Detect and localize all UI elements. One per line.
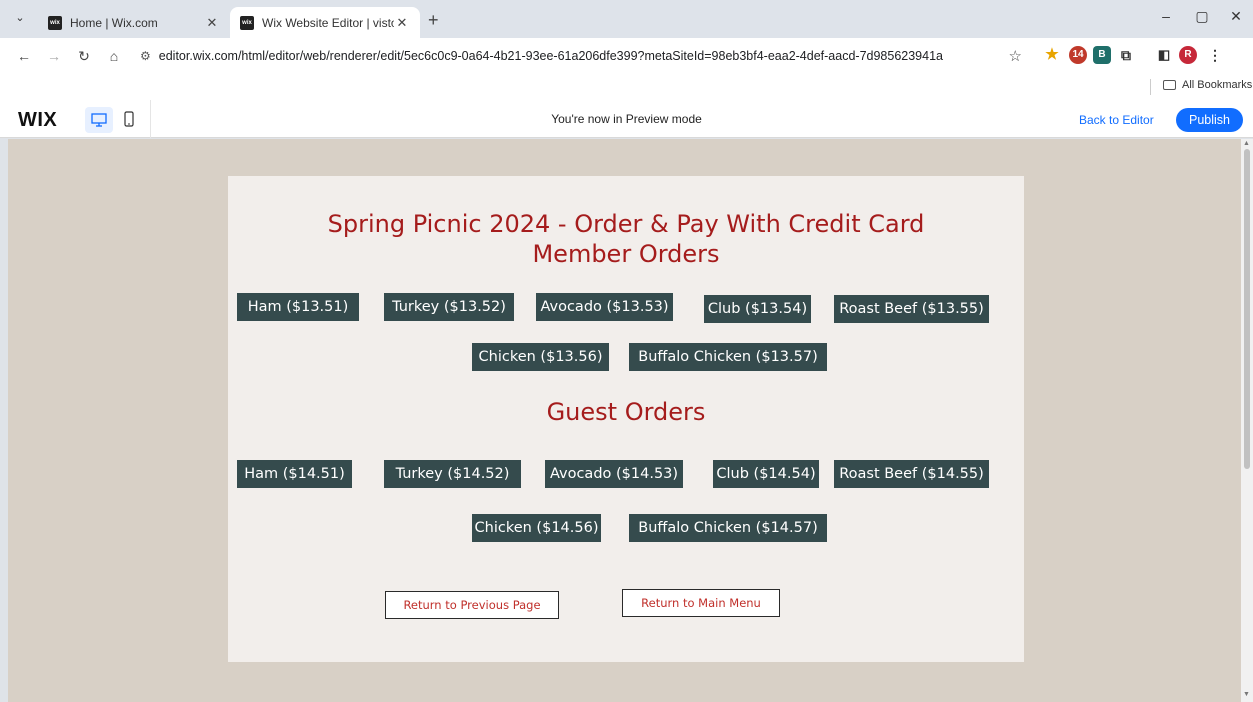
member-orders-heading: Member Orders (532, 240, 720, 268)
guest-club-button[interactable]: Club ($14.54) (713, 460, 819, 488)
order-panel: Spring Picnic 2024 - Order & Pay With Cr… (228, 176, 1024, 662)
profile-avatar[interactable]: R (1179, 46, 1197, 64)
vertical-scrollbar[interactable]: ▲ ▼ (1241, 139, 1253, 702)
all-bookmarks-button[interactable]: All Bookmarks (1163, 79, 1252, 91)
restore-icon[interactable]: ▢ (1192, 8, 1212, 25)
preview-mode-message: You're now in Preview mode (551, 112, 702, 126)
return-main-menu-button[interactable]: Return to Main Menu (622, 589, 780, 617)
back-to-editor-link[interactable]: Back to Editor (1079, 113, 1154, 127)
reload-icon[interactable]: ↻ (74, 46, 94, 66)
extension-b-icon[interactable]: B (1093, 46, 1111, 64)
guest-orders-heading: Guest Orders (546, 398, 706, 426)
member-club-button[interactable]: Club ($13.54) (704, 295, 811, 323)
home-icon[interactable]: ⌂ (104, 46, 124, 66)
wix-preview-header: WIX You're now in Preview mode Back to E… (0, 100, 1253, 138)
bookmark-star-icon[interactable]: ☆ (1009, 47, 1022, 65)
member-avocado-button[interactable]: Avocado ($13.53) (536, 293, 673, 321)
minimize-icon[interactable]: – (1156, 8, 1176, 24)
close-tab-icon[interactable]: ✕ (394, 15, 410, 31)
all-bookmarks-label: All Bookmarks (1182, 79, 1253, 91)
tab-wix-editor[interactable]: wix Wix Website Editor | vistosohik ✕ (230, 7, 420, 38)
back-arrow-icon[interactable]: ← (14, 46, 34, 66)
url-text: editor.wix.com/html/editor/web/renderer/… (158, 49, 943, 63)
guest-chicken-button[interactable]: Chicken ($14.56) (472, 514, 601, 542)
guest-turkey-button[interactable]: Turkey ($14.52) (384, 460, 521, 488)
browser-toolbar: ← → ↻ ⌂ ⚙ editor.wix.com/html/editor/web… (0, 38, 1253, 74)
member-buffalo-chicken-button[interactable]: Buffalo Chicken ($13.57) (629, 343, 827, 371)
site-info-icon[interactable]: ⚙ (140, 49, 151, 63)
close-window-icon[interactable]: ✕ (1226, 8, 1246, 25)
member-ham-button[interactable]: Ham ($13.51) (237, 293, 359, 321)
wix-favicon-icon: wix (48, 15, 62, 30)
guest-roast-beef-button[interactable]: Roast Beef ($14.55) (834, 460, 989, 488)
forward-arrow-icon[interactable]: → (44, 46, 64, 66)
tab-search-icon[interactable]: ⌄ (10, 8, 30, 28)
extension-badge-icon[interactable]: 14 (1069, 46, 1087, 64)
tab-title: Home | Wix.com (70, 15, 158, 30)
folder-icon (1163, 80, 1176, 90)
bookmark-star-icon[interactable]: ★ (1043, 46, 1061, 64)
page-title: Spring Picnic 2024 - Order & Pay With Cr… (327, 210, 925, 238)
member-chicken-button[interactable]: Chicken ($13.56) (472, 343, 609, 371)
wix-favicon-icon: wix (240, 15, 254, 30)
scrollbar-thumb[interactable] (1244, 149, 1250, 469)
divider (1150, 79, 1151, 95)
menu-kebab-icon[interactable]: ⋮ (1206, 46, 1224, 64)
extensions-puzzle-icon[interactable]: ⧉ (1117, 46, 1135, 64)
close-tab-icon[interactable]: ✕ (204, 15, 220, 31)
tab-title: Wix Website Editor | vistosohik (262, 15, 394, 30)
bookmarks-bar: All Bookmarks (0, 74, 1253, 100)
scroll-down-icon[interactable]: ▼ (1243, 691, 1250, 698)
member-roast-beef-button[interactable]: Roast Beef ($13.55) (834, 295, 989, 323)
guest-ham-button[interactable]: Ham ($14.51) (237, 460, 352, 488)
guest-buffalo-chicken-button[interactable]: Buffalo Chicken ($14.57) (629, 514, 827, 542)
tab-home-wix[interactable]: wix Home | Wix.com ✕ (38, 7, 230, 38)
member-turkey-button[interactable]: Turkey ($13.52) (384, 293, 514, 321)
guest-avocado-button[interactable]: Avocado ($14.53) (545, 460, 683, 488)
side-panel-icon[interactable]: ◧ (1155, 46, 1173, 64)
return-previous-page-button[interactable]: Return to Previous Page (385, 591, 559, 619)
address-bar[interactable]: ⚙ editor.wix.com/html/editor/web/rendere… (140, 42, 1030, 70)
new-tab-button[interactable]: + (428, 10, 439, 31)
browser-tab-strip: ⌄ wix Home | Wix.com ✕ wix Wix Website E… (0, 0, 1253, 38)
publish-button[interactable]: Publish (1176, 108, 1243, 132)
scroll-up-icon[interactable]: ▲ (1243, 140, 1250, 147)
